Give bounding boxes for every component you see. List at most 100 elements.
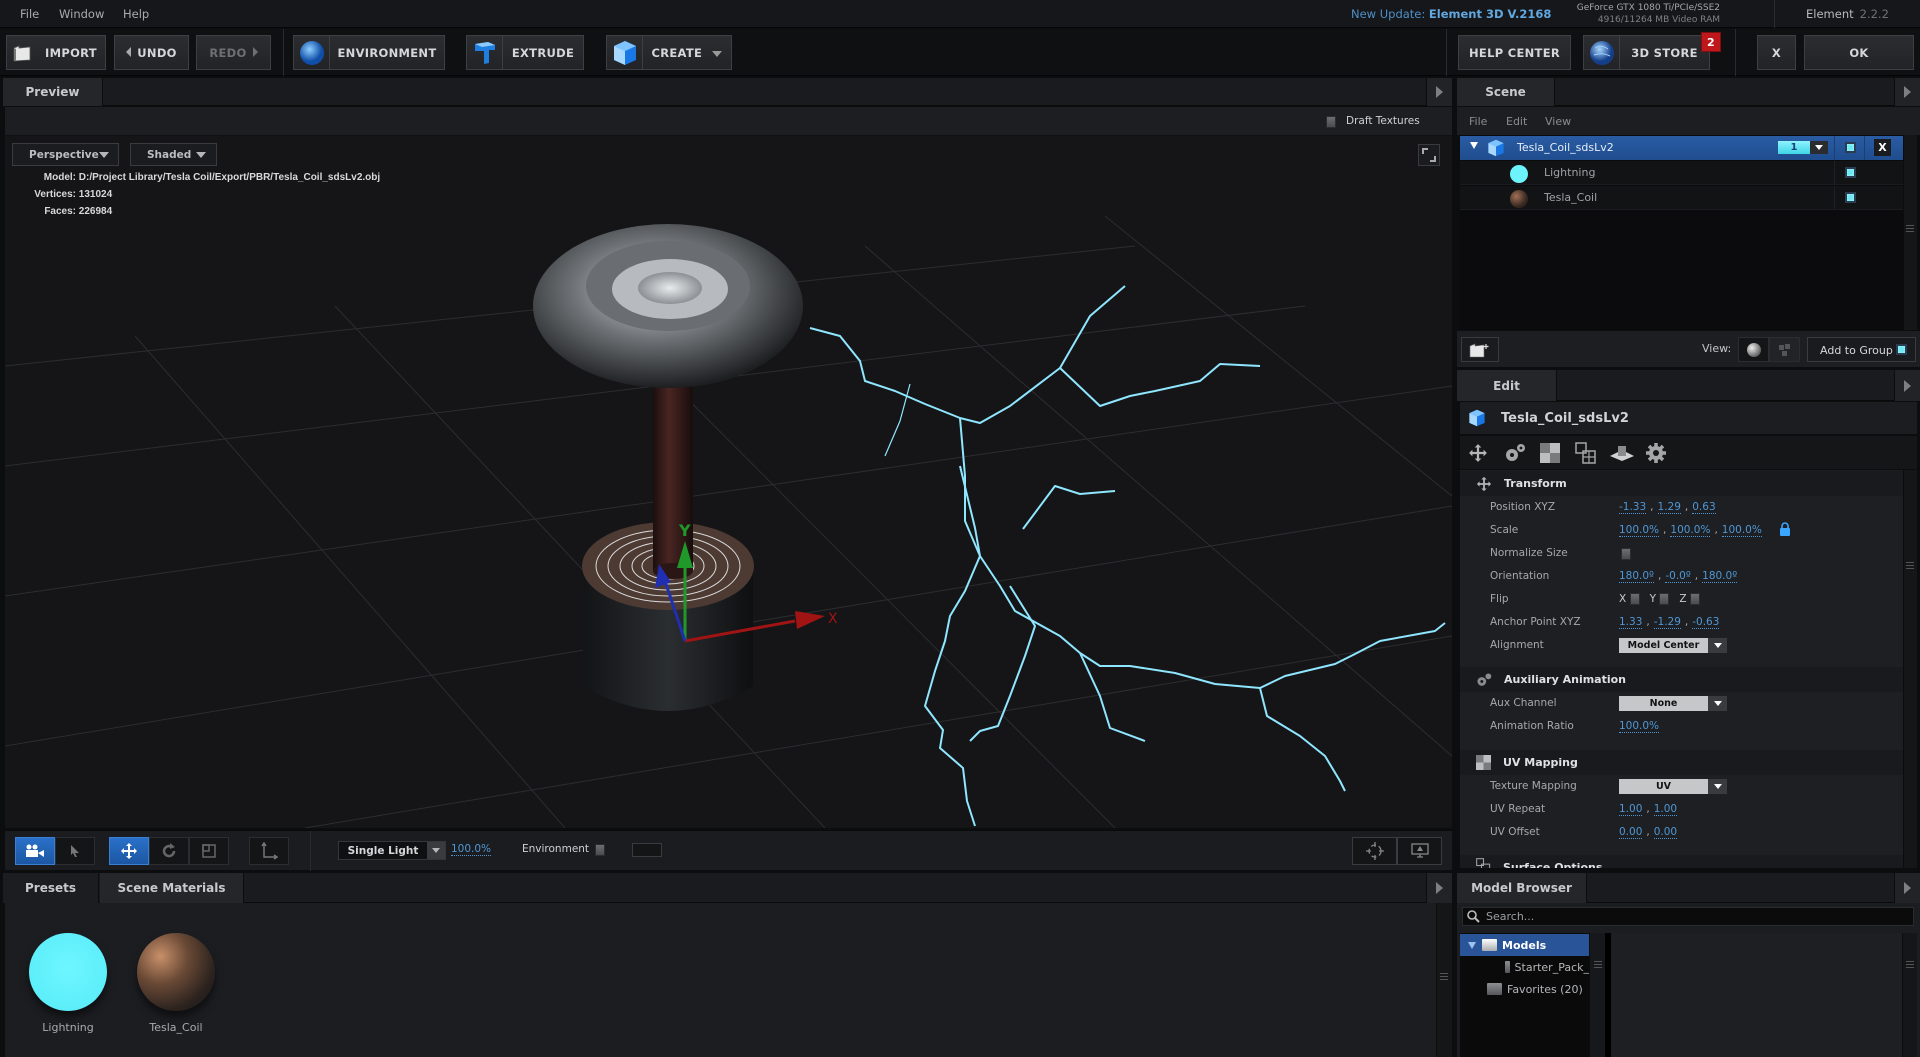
tab-presets[interactable]: Presets <box>3 873 99 903</box>
aux-channel-dropdown[interactable]: None <box>1619 696 1727 711</box>
render-output-button[interactable] <box>1397 837 1442 865</box>
animation-ratio[interactable]: 100.0% <box>1619 720 1660 733</box>
scale-x[interactable]: 100.0% <box>1619 524 1660 537</box>
visibility-toggle[interactable] <box>1845 192 1856 203</box>
material-tesla-coil[interactable]: Tesla_Coil <box>131 933 221 1034</box>
material-lightning[interactable]: Lightning <box>23 933 113 1034</box>
remove-group-button[interactable]: X <box>1874 139 1891 156</box>
section-uv-mapping[interactable]: UV Mapping <box>1460 750 1903 775</box>
tree-item-models[interactable]: Models <box>1460 934 1589 956</box>
redo-button[interactable]: REDO <box>196 35 271 70</box>
anchor-y[interactable]: -1.29 <box>1653 616 1681 629</box>
transform-icon[interactable] <box>1468 443 1488 463</box>
gear-icon[interactable] <box>1646 443 1666 463</box>
anchor-x[interactable]: 1.33 <box>1619 616 1643 629</box>
uv-repeat-u[interactable]: 1.00 <box>1619 803 1643 816</box>
scene-menu-edit[interactable]: Edit <box>1506 115 1527 128</box>
position-x[interactable]: -1.33 <box>1619 501 1647 514</box>
position-y[interactable]: 1.29 <box>1657 501 1681 514</box>
anchor-z[interactable]: -0.63 <box>1692 616 1720 629</box>
world-axis-button[interactable] <box>249 837 289 865</box>
uv-offset-v[interactable]: 0.00 <box>1653 826 1678 839</box>
scale-z[interactable]: 100.0% <box>1721 524 1762 537</box>
scale-tool-button[interactable] <box>189 837 229 865</box>
tab-preview[interactable]: Preview <box>3 78 103 106</box>
expand-triangle-icon[interactable] <box>1468 941 1476 949</box>
visibility-toggle[interactable] <box>1845 142 1856 153</box>
scrollbar[interactable] <box>1436 903 1452 1057</box>
collapse-arrow-button[interactable] <box>1894 78 1920 106</box>
section-surface-options[interactable]: Surface Options <box>1460 855 1903 868</box>
tab-model-browser[interactable]: Model Browser <box>1457 873 1587 903</box>
camera-mode-dropdown[interactable]: Perspective <box>12 143 119 166</box>
ok-button[interactable]: OK <box>1804 35 1914 70</box>
collapse-arrow-button[interactable] <box>1894 873 1920 903</box>
splitter-handle[interactable] <box>1605 933 1611 1057</box>
menu-help[interactable]: Help <box>123 7 149 21</box>
orientation-z[interactable]: 180.0º <box>1702 570 1738 583</box>
group-number-dropdown[interactable] <box>1810 141 1828 154</box>
scene-child-row[interactable]: Tesla_Coil <box>1460 186 1903 210</box>
section-transform[interactable]: Transform <box>1460 471 1903 496</box>
scrollbar[interactable] <box>1902 933 1917 1057</box>
scene-menu-file[interactable]: File <box>1469 115 1487 128</box>
draft-textures-checkbox[interactable] <box>1326 116 1336 128</box>
model-search-field[interactable]: Search... <box>1462 907 1914 926</box>
light-intensity-value[interactable]: 100.0% <box>451 843 492 856</box>
menu-file[interactable]: File <box>20 7 39 21</box>
help-center-button[interactable]: HELP CENTER <box>1458 35 1571 70</box>
3d-store-button[interactable]: 3D STORE 2 <box>1583 32 1721 70</box>
alignment-dropdown[interactable]: Model Center <box>1619 638 1727 653</box>
scrollbar[interactable] <box>1589 933 1605 1057</box>
tree-item-favorites[interactable]: Favorites (20) <box>1460 978 1589 1000</box>
texture-mapping-dropdown[interactable]: UV <box>1619 779 1727 794</box>
environment-color-swatch[interactable] <box>632 843 662 857</box>
cancel-button[interactable]: X <box>1757 35 1796 70</box>
tree-item-starter-pack[interactable]: Starter_Pack_ <box>1460 956 1589 978</box>
move-tool-button[interactable] <box>109 837 149 865</box>
collapse-arrow-button[interactable] <box>1426 873 1452 903</box>
view-groups-button[interactable] <box>1769 337 1800 362</box>
uv-repeat-v[interactable]: 1.00 <box>1653 803 1678 816</box>
lock-icon[interactable] <box>1779 522 1791 536</box>
visibility-toggle[interactable] <box>1845 167 1856 178</box>
scene-child-row[interactable]: Lightning <box>1460 161 1903 185</box>
camera-tool-button[interactable] <box>15 837 55 865</box>
add-to-group-toggle[interactable] <box>1896 344 1907 355</box>
uv-checker-icon[interactable] <box>1540 443 1560 463</box>
gears-icon[interactable] <box>1504 443 1526 463</box>
flip-x-checkbox[interactable] <box>1629 593 1640 605</box>
tab-scene[interactable]: Scene <box>1457 78 1555 106</box>
import-button[interactable]: IMPORT <box>6 35 106 70</box>
select-tool-button[interactable] <box>55 837 95 865</box>
view-material-button[interactable] <box>1738 337 1769 362</box>
collapse-arrow-button[interactable] <box>1426 78 1452 106</box>
group-number-field[interactable]: 1 <box>1778 141 1810 154</box>
new-group-button[interactable] <box>1461 337 1499 362</box>
3d-viewport[interactable]: Y X Perspective Shaded Model: D:/Project… <box>5 136 1452 828</box>
normalize-size-checkbox[interactable] <box>1621 548 1631 560</box>
orientation-y[interactable]: -0.0º <box>1665 570 1691 583</box>
undo-button[interactable]: UNDO <box>114 35 189 70</box>
maximize-viewport-button[interactable] <box>1418 144 1440 166</box>
position-z[interactable]: 0.63 <box>1692 501 1716 514</box>
scrollbar[interactable] <box>1903 135 1917 330</box>
orientation-x[interactable]: 180.0º <box>1619 570 1655 583</box>
tab-edit[interactable]: Edit <box>1457 370 1557 401</box>
surface-options-icon[interactable] <box>1575 442 1597 464</box>
shading-mode-dropdown[interactable]: Shaded <box>130 143 217 166</box>
scrollbar[interactable] <box>1903 470 1917 868</box>
section-auxiliary-animation[interactable]: Auxiliary Animation <box>1460 667 1903 692</box>
collapse-arrow-button[interactable] <box>1894 370 1920 401</box>
frame-selection-button[interactable] <box>1352 837 1397 865</box>
add-to-group-button[interactable]: Add to Group <box>1807 337 1916 362</box>
expand-triangle-icon[interactable] <box>1470 142 1478 149</box>
menu-window[interactable]: Window <box>59 7 104 21</box>
rotate-tool-button[interactable] <box>149 837 189 865</box>
flip-z-checkbox[interactable] <box>1689 593 1700 605</box>
update-notice[interactable]: New Update: Element 3D V.2168 <box>1351 7 1551 21</box>
scene-group-row[interactable]: Tesla_Coil_sdsLv2 1 X <box>1460 136 1903 160</box>
environment-button[interactable]: ENVIRONMENT <box>293 35 445 70</box>
scene-menu-view[interactable]: View <box>1545 115 1571 128</box>
tab-scene-materials[interactable]: Scene Materials <box>100 873 244 903</box>
